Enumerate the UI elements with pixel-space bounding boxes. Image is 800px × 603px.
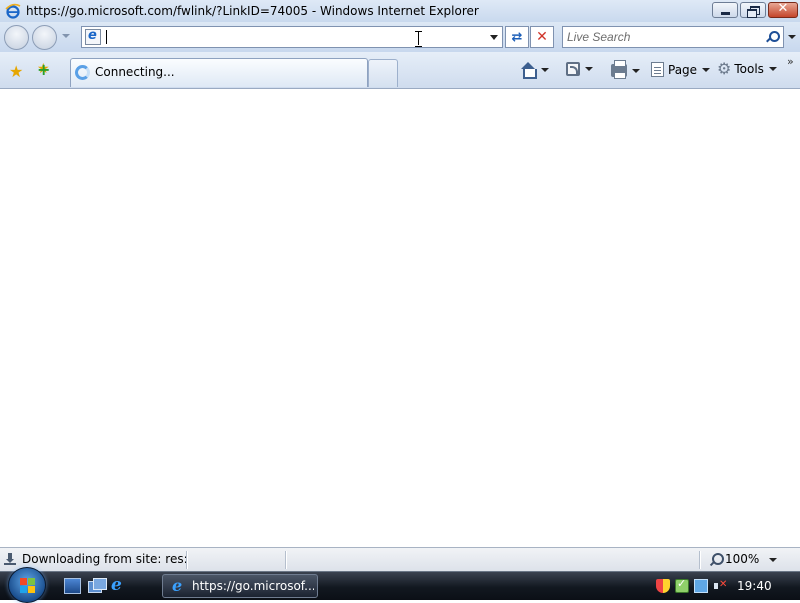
refresh-button[interactable]: ⇄	[505, 26, 529, 48]
network-icon[interactable]	[694, 579, 708, 593]
start-button[interactable]	[8, 567, 46, 603]
page-content[interactable]	[0, 89, 800, 547]
taskbar-button-label: https://go.microsof...	[192, 579, 314, 593]
new-tab-button[interactable]	[368, 59, 398, 87]
loading-icon	[75, 65, 90, 80]
download-icon	[4, 553, 16, 565]
windows-logo-icon	[20, 578, 36, 594]
page-dropdown	[702, 67, 711, 72]
system-tray: 19:40	[650, 572, 800, 600]
close-button[interactable]: ✕	[768, 1, 798, 18]
switch-windows-icon[interactable]	[88, 578, 107, 594]
print-button[interactable]	[611, 60, 640, 79]
recent-pages-dropdown[interactable]	[62, 34, 70, 38]
zoom-dropdown[interactable]	[769, 558, 777, 562]
page-menu-label: Page	[668, 62, 698, 77]
forward-button[interactable]	[32, 25, 57, 50]
refresh-icon: ⇄	[511, 29, 523, 45]
print-icon	[611, 60, 627, 79]
feeds-button[interactable]	[566, 62, 593, 76]
address-bar[interactable]	[81, 26, 503, 48]
status-divider	[699, 551, 700, 569]
stop-button[interactable]: ✕	[530, 26, 554, 48]
maximize-button[interactable]	[740, 2, 766, 18]
feeds-icon	[566, 62, 580, 76]
caption-buttons: ✕	[712, 1, 798, 18]
home-icon	[520, 62, 537, 79]
tab-current[interactable]: Connecting...	[70, 58, 368, 87]
show-desktop-icon[interactable]	[64, 578, 81, 594]
close-icon: ✕	[777, 1, 789, 16]
address-input[interactable]	[104, 28, 484, 46]
gear-icon: ⚙	[717, 59, 732, 78]
health-icon[interactable]	[675, 577, 689, 593]
status-text: Downloading from site: res://ie	[22, 552, 186, 566]
search-box[interactable]	[562, 26, 784, 48]
page-menu-button[interactable]: Page	[651, 62, 711, 77]
page-favicon-icon	[85, 28, 101, 45]
page-icon	[651, 62, 664, 77]
print-dropdown[interactable]	[632, 68, 640, 73]
minimize-button[interactable]	[712, 2, 738, 18]
tools-menu-label: Tools	[734, 62, 764, 76]
window-title: https://go.microsoft.com/fwlink/?LinkID=…	[26, 4, 479, 18]
tab-label: Connecting...	[95, 65, 175, 79]
ibeam-cursor-icon	[415, 31, 422, 47]
navigation-bar: ⇄ ✕	[0, 22, 800, 52]
command-bar: ★ + Connecting... Page ⚙ Tools »	[0, 52, 800, 89]
search-options-dropdown[interactable]	[788, 35, 796, 39]
chevron-icon[interactable]: »	[787, 55, 794, 68]
search-icon[interactable]	[766, 31, 780, 42]
volume-muted-icon[interactable]	[713, 579, 727, 593]
status-divider	[285, 551, 286, 569]
add-favorite-icon[interactable]: +	[37, 60, 50, 79]
text-caret	[106, 30, 107, 44]
ie-icon: e	[172, 576, 183, 595]
taskbar: e e https://go.microsof... 19:40	[0, 567, 800, 603]
security-shield-icon[interactable]	[656, 579, 670, 593]
ie-icon	[5, 3, 21, 19]
ie-quicklaunch-icon[interactable]: e	[111, 577, 128, 594]
home-button[interactable]	[520, 62, 549, 79]
zoom-icon	[710, 553, 724, 565]
taskbar-button-ie[interactable]: e https://go.microsof...	[162, 574, 318, 598]
zoom-control[interactable]: 100%	[710, 552, 759, 566]
search-input[interactable]	[567, 29, 757, 45]
home-dropdown[interactable]	[541, 68, 549, 72]
status-divider	[186, 551, 187, 569]
back-button[interactable]	[4, 25, 29, 50]
clock[interactable]: 19:40	[737, 579, 772, 593]
tools-dropdown	[768, 67, 777, 71]
stop-icon: ✕	[536, 29, 548, 45]
feeds-dropdown[interactable]	[585, 67, 593, 71]
status-bar: Downloading from site: res://ie 100%	[0, 547, 800, 571]
zoom-level: 100%	[725, 552, 760, 566]
tools-menu-button[interactable]: ⚙ Tools	[717, 59, 777, 78]
address-dropdown-button[interactable]	[490, 35, 498, 40]
title-bar[interactable]: https://go.microsoft.com/fwlink/?LinkID=…	[0, 0, 800, 22]
favorites-star-icon[interactable]: ★	[9, 62, 23, 81]
